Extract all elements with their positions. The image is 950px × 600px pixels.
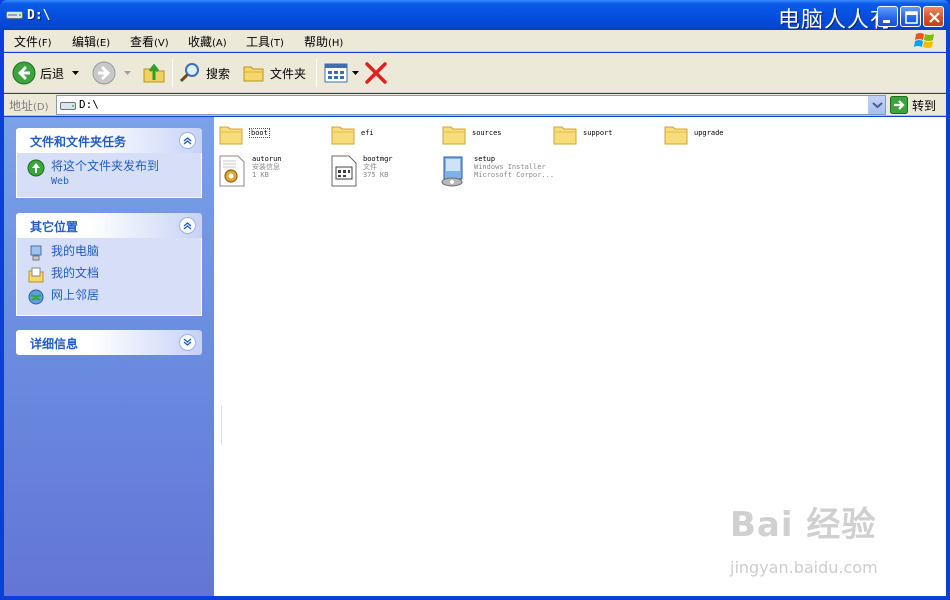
maximize-icon [905, 11, 918, 24]
place-my-documents[interactable]: 我的文档 [27, 266, 191, 284]
go-button[interactable]: 转到 [890, 95, 942, 115]
panel-title: 其它位置 [30, 220, 79, 234]
place-my-computer[interactable]: 我的电脑 [27, 244, 191, 262]
watermark-logo: Bai 经验 [730, 505, 877, 545]
folder-item-upgrade[interactable]: upgrade [664, 123, 724, 145]
other-places-header[interactable]: 其它位置 [16, 213, 202, 238]
folder-item-support[interactable]: support [553, 123, 613, 145]
close-icon [929, 12, 940, 23]
folder-icon [664, 126, 688, 145]
menu-file[interactable]: 文件(F) [14, 33, 52, 50]
views-button[interactable] [324, 58, 359, 88]
address-dropdown-button[interactable] [868, 96, 885, 114]
folder-icon [442, 126, 466, 145]
folder-icon [243, 66, 264, 82]
toolbar-separator [316, 59, 317, 87]
chevron-down-icon [872, 102, 883, 109]
my-computer-icon [30, 245, 42, 261]
folder-item-efi[interactable]: efi [331, 123, 374, 145]
forward-button[interactable] [92, 58, 131, 88]
file-tasks-panel: 文件和文件夹任务 将这个文件夹发布到 Web [16, 128, 202, 198]
title-bar[interactable]: D:\ 电脑人人有 [0, 0, 950, 33]
folders-button[interactable]: 文件夹 [242, 58, 306, 88]
divider-line [221, 405, 222, 445]
up-folder-button[interactable] [142, 58, 166, 88]
back-arrow-icon [12, 61, 36, 85]
views-icon [324, 63, 348, 83]
address-input[interactable]: D:\ [56, 95, 886, 115]
drive-icon [6, 11, 23, 19]
search-button[interactable]: 搜索 [178, 58, 230, 88]
window-title: D:\ [27, 8, 51, 23]
chevron-down-icon[interactable] [72, 70, 80, 76]
file-item-bootmgr[interactable]: bootmgr 文件 375 KB [331, 155, 393, 187]
chevron-down-icon[interactable] [352, 70, 359, 76]
task-pane: 文件和文件夹任务 将这个文件夹发布到 Web 其它位置 我的电脑 我的文档 网上… [4, 117, 214, 596]
explorer-window: D:\ 电脑人人有 文件(F) 编辑(E) 查看(V) 收藏(A) 工具(T) … [0, 0, 950, 600]
windows-logo-icon [914, 33, 934, 48]
setup-info-icon [219, 155, 245, 187]
details-header[interactable]: 详细信息 [16, 330, 202, 355]
my-documents-icon [28, 267, 44, 283]
menu-favorites[interactable]: 收藏(A) [188, 33, 227, 50]
folder-icon [331, 126, 355, 145]
folder-icon [553, 126, 577, 145]
close-button[interactable] [923, 6, 944, 27]
menu-bar: 文件(F) 编辑(E) 查看(V) 收藏(A) 工具(T) 帮助(H) [4, 30, 946, 52]
menu-view[interactable]: 查看(V) [130, 33, 169, 50]
task-publish-web[interactable]: 将这个文件夹发布到 Web [27, 159, 191, 189]
toolbar-separator [172, 59, 173, 87]
file-item-setup[interactable]: setup Windows Installer Microsoft Corpor… [440, 155, 554, 187]
maximize-button[interactable] [900, 6, 921, 27]
folder-up-icon [143, 63, 165, 83]
other-places-body: 我的电脑 我的文档 网上邻居 [16, 238, 202, 316]
toolbar: 后退 搜索 文件夹 [4, 53, 946, 93]
file-tasks-body: 将这个文件夹发布到 Web [16, 153, 202, 198]
installer-icon [441, 156, 463, 187]
panel-title: 详细信息 [30, 337, 79, 351]
address-label: 地址(D) [9, 99, 49, 113]
delete-x-icon [365, 62, 387, 84]
menu-help[interactable]: 帮助(H) [304, 33, 343, 50]
minimize-icon [883, 20, 890, 23]
folder-item-boot[interactable]: boot [219, 123, 270, 145]
file-tasks-header[interactable]: 文件和文件夹任务 [16, 128, 202, 153]
folder-icon [219, 126, 243, 145]
minimize-button[interactable] [877, 6, 898, 27]
folder-item-sources[interactable]: sources [442, 123, 502, 145]
address-value: D:\ [79, 98, 99, 111]
system-file-icon [331, 155, 357, 187]
expand-icon[interactable] [179, 334, 196, 351]
go-arrow-icon [890, 96, 908, 114]
network-icon [28, 289, 44, 305]
collapse-icon[interactable] [179, 217, 196, 234]
panel-title: 文件和文件夹任务 [30, 135, 127, 149]
watermark-url: jingyan.baidu.com [730, 558, 878, 577]
address-bar: 地址(D) D:\ 转到 [4, 94, 946, 116]
search-icon [179, 63, 199, 83]
forward-arrow-icon [92, 61, 116, 85]
menu-edit[interactable]: 编辑(E) [72, 33, 110, 50]
globe-publish-icon [27, 159, 45, 177]
menu-tools[interactable]: 工具(T) [246, 33, 284, 50]
place-network[interactable]: 网上邻居 [27, 288, 191, 306]
back-button[interactable]: 后退 [12, 58, 80, 88]
delete-button[interactable] [364, 58, 388, 88]
collapse-icon[interactable] [179, 132, 196, 149]
chevron-down-icon[interactable] [124, 70, 131, 76]
drive-icon [60, 102, 76, 110]
details-panel: 详细信息 [16, 330, 202, 355]
file-item-autorun[interactable]: autorun 安装信息 1 KB [218, 155, 282, 187]
other-places-panel: 其它位置 我的电脑 我的文档 网上邻居 [16, 213, 202, 316]
